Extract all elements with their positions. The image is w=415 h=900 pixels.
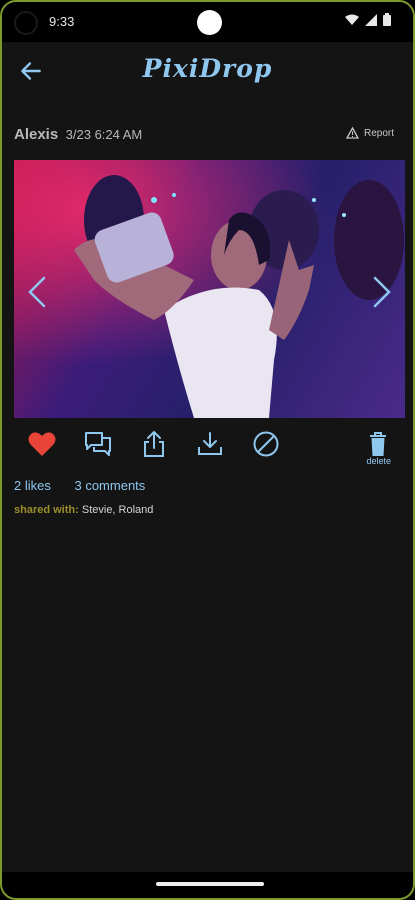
app-bar: PixiDrop [2,42,413,98]
delete-label: delete [366,456,391,466]
warning-icon [345,127,359,139]
wifi-icon [345,14,359,25]
system-nav-bar [2,872,413,898]
download-icon [198,432,222,455]
report-label: Report [363,127,394,139]
share-button[interactable] [138,428,170,460]
post-meta: Alexis 3/23 6:24 AM Report [14,126,404,146]
comments-icon [85,432,111,456]
post-username: Alexis [14,126,59,143]
comments-count[interactable]: 3 comments [74,478,145,493]
post-photo[interactable] [14,160,405,418]
post-timestamp: 3/23 6:24 AM [65,127,143,142]
download-button[interactable] [194,428,226,460]
block-icon [253,431,279,457]
battery-icon [383,13,391,26]
system-icons [345,13,391,26]
phone-frame: 9:33 PixiDrop Alexis 3/23 6:24 AM Report [0,0,415,900]
status-bar: 9:33 [2,2,413,42]
photo-scene [14,160,405,418]
home-handle[interactable] [156,882,264,886]
status-time: 9:33 [49,14,75,29]
app-title: PixiDrop [142,54,273,83]
block-button[interactable] [250,428,282,460]
trash-icon [370,432,386,456]
share-icon [144,431,164,457]
comments-button[interactable] [82,428,114,460]
post-stats: 2 likes 3 comments [14,478,165,493]
shared-with-names: Stevie, Roland [81,504,154,516]
likes-count[interactable]: 2 likes [14,478,51,493]
chevron-right-icon[interactable] [365,272,399,312]
shared-with: shared with: Stevie, Roland [14,504,153,516]
chevron-left-icon[interactable] [20,272,54,312]
signal-icon [365,13,377,26]
like-button[interactable] [26,428,58,460]
shared-with-label: shared with: [14,504,79,516]
post-actions: delete [14,428,405,468]
camera-punch-hole [197,10,222,35]
camera-dot [14,11,38,35]
report-button[interactable]: Report [345,127,394,139]
heart-icon [28,432,56,456]
